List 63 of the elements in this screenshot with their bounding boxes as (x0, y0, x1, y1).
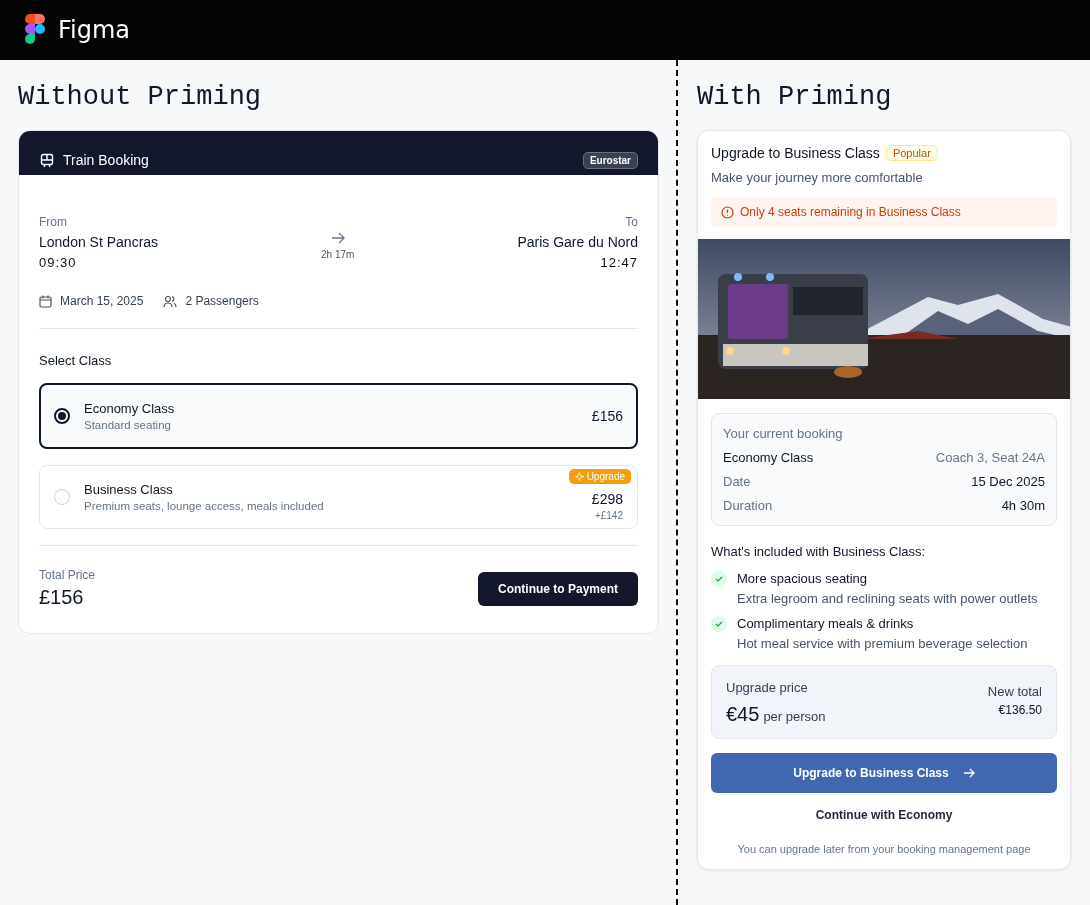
features-title: What's included with Business Class: (711, 544, 927, 559)
new-total: €136.50 (998, 703, 1042, 717)
check-icon (711, 616, 727, 632)
popular-badge: Popular (885, 145, 938, 161)
upgrade-price: €45 (726, 703, 760, 726)
arrow-icon (330, 231, 345, 245)
total-price: £156 (39, 586, 85, 609)
check-icon (711, 571, 727, 587)
feature-title: Complimentary meals & drinks (737, 616, 915, 631)
card-title: Train Booking (63, 152, 149, 169)
duration: 2h 17m (321, 249, 355, 260)
total-label: Total Price (39, 568, 96, 582)
alert-text: Only 4 seats remaining in Business Class (740, 205, 961, 219)
summary-value: 15 Dec 2025 (971, 474, 1045, 489)
class-name: Economy Class (84, 401, 176, 416)
new-total-label: New total (987, 684, 1042, 699)
price-unit: per person (763, 709, 826, 724)
section-title: Select Class (39, 353, 113, 368)
card-title: Upgrade to Business Class (711, 145, 880, 161)
class-price: £156 (591, 408, 623, 424)
class-description: Standard seating (84, 419, 172, 431)
economy-button[interactable]: Continue with Economy (809, 807, 959, 823)
summary-value: Coach 3, Seat 24A (935, 450, 1045, 465)
class-option[interactable]: Economy Class Standard seating £156 (39, 383, 638, 449)
summary-value: 4h 30m (1001, 498, 1045, 513)
class-option[interactable]: Business Class Premium seats, lounge access, meals included £298 +£142 Upgrade (39, 465, 638, 529)
operator-badge: Eurostar (582, 152, 638, 169)
alert-icon (721, 205, 734, 219)
travel-date: March 15, 2025 (60, 294, 144, 308)
card-subtitle: Make your journey more comfortable (711, 170, 924, 185)
arrow-icon (962, 767, 975, 779)
from-label: From (39, 215, 68, 229)
logo-icon (24, 14, 46, 46)
feature-description: Hot meal service with premium beverage selection (737, 636, 1028, 651)
feature-title: More spacious seating (737, 571, 869, 586)
summary-label: Date (723, 474, 751, 489)
upgrade-badge: Upgrade (568, 469, 631, 484)
station-name: Paris Gare du Nord (517, 234, 638, 250)
train-icon (39, 152, 55, 169)
users-icon (163, 294, 178, 308)
upgrade-button[interactable]: Upgrade to Business Class (711, 753, 1057, 793)
feature-description: Extra legroom and reclining seats with power outlets (737, 591, 1038, 606)
departure-time: 09:30 (39, 255, 78, 270)
radio-button[interactable] (54, 408, 70, 424)
section-heading: With Priming (697, 81, 893, 114)
continue-button[interactable]: Continue to Payment (478, 571, 638, 606)
to-label: To (625, 215, 638, 229)
station-name: London St Pancras (39, 234, 159, 250)
summary-label: Economy Class (723, 450, 814, 465)
upgrade-note: You can upgrade later from your booking management page (736, 843, 1032, 855)
calendar-icon (39, 294, 52, 308)
class-name: Business Class (84, 482, 174, 497)
passenger-count: 2 Passengers (185, 294, 259, 308)
summary-label: Duration (723, 498, 773, 513)
sparkle-icon (574, 472, 584, 481)
price-difference: +£142 (594, 510, 623, 521)
app-name: Figma (58, 16, 131, 44)
section-heading: Without Priming (18, 81, 263, 114)
summary-title: Your current booking (723, 426, 844, 441)
class-price: £298 (591, 491, 623, 507)
price-label: Upgrade price (726, 680, 809, 695)
class-description: Premium seats, lounge access, meals included (84, 500, 325, 512)
arrival-time: 12:47 (600, 255, 638, 270)
